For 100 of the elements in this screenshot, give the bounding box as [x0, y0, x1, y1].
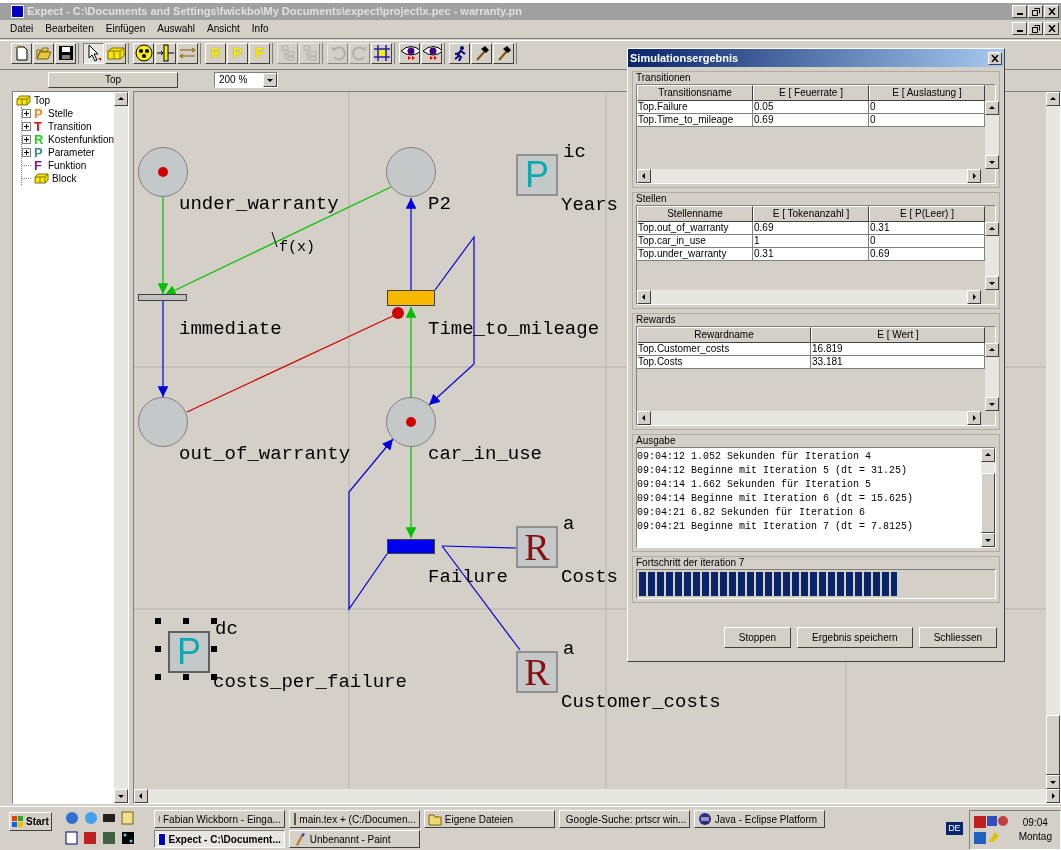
menu-item[interactable]: Bearbeiten — [45, 21, 94, 36]
reward-box[interactable]: R — [516, 651, 558, 693]
column-header[interactable]: Stellenname — [637, 206, 753, 222]
new-file-icon — [13, 45, 30, 61]
log-line: 09:04:21 6.82 Sekunden für Iteration 6 — [637, 506, 867, 520]
vertical-scrollbar[interactable] — [985, 101, 999, 169]
horizontal-scrollbar[interactable] — [637, 290, 981, 304]
menu-item[interactable]: Ansicht — [207, 21, 240, 36]
minimize-button[interactable] — [1012, 5, 1027, 18]
arc-arrow[interactable] — [157, 300, 169, 398]
eclipse-icon — [697, 812, 712, 826]
restore-button[interactable] — [1028, 22, 1043, 35]
close-button[interactable] — [1044, 22, 1059, 35]
type-letter-icon: P — [34, 146, 45, 159]
start-button[interactable]: Start — [9, 812, 52, 831]
type-letter-icon: R — [34, 133, 45, 146]
tree-item[interactable]: Kostenfunktion — [48, 134, 115, 145]
column-header[interactable]: E [ Feuerrate ] — [753, 85, 869, 101]
dialog-title: Simulationsergebnis — [630, 50, 739, 66]
arc-label: f(x) — [279, 240, 315, 255]
taskbar-button[interactable]: Google-Suche: prtscr win... — [558, 810, 690, 828]
tree-item[interactable]: Block — [52, 173, 77, 184]
log-line: 09:04:12 Beginne mit Iteration 5 (dt = 31.25) — [637, 464, 909, 478]
zoom-dropdown[interactable]: 200 % — [214, 71, 278, 88]
column-header[interactable]: E [ Auslastung ] — [869, 85, 985, 101]
expand-toggle[interactable] — [22, 122, 31, 131]
menu-item[interactable]: Info — [251, 21, 269, 36]
taskbar-button[interactable]: Java - Eclipse Platform — [693, 810, 825, 828]
tree-item[interactable]: Parameter — [48, 147, 95, 158]
place-label: P2 — [428, 194, 451, 214]
breadcrumb-field[interactable]: Top — [48, 71, 178, 88]
menu-item[interactable]: Einfügen — [105, 21, 146, 36]
windows-logo-icon — [12, 815, 24, 828]
table-cell: Top.Failure — [637, 101, 753, 114]
tree-item[interactable]: Transition — [48, 121, 92, 132]
taskbar-button[interactable]: Unbenannt - Paint — [288, 830, 420, 848]
arc-arrow[interactable] — [348, 438, 394, 611]
table-cell: 0 — [869, 114, 985, 127]
menu-item[interactable]: Datei — [10, 21, 34, 36]
table-cell: 0.69 — [753, 222, 869, 235]
table-cell: Top.Time_to_mileage — [637, 114, 753, 127]
arc-arrow[interactable] — [405, 197, 417, 291]
column-header[interactable]: E [ P(Leer) ] — [869, 206, 985, 222]
transition-bar[interactable] — [138, 294, 187, 301]
close-button[interactable] — [1044, 5, 1059, 18]
vertical-scrollbar[interactable] — [1046, 92, 1060, 789]
hammer-icon — [473, 45, 490, 61]
minimize-icon — [1016, 13, 1023, 15]
vertical-scrollbar[interactable] — [114, 92, 129, 803]
taskbar-button[interactable]: main.tex + (C:/Documen... — [288, 810, 420, 828]
group-title: Rewards — [636, 313, 677, 326]
arc-arrow[interactable] — [164, 186, 392, 296]
expand-toggle[interactable] — [22, 148, 31, 157]
dialog-button[interactable]: Stoppen — [723, 627, 792, 648]
close-icon — [991, 54, 999, 62]
vertical-scrollbar[interactable] — [985, 343, 999, 411]
column-header[interactable]: E [ Wert ] — [811, 327, 985, 343]
scroll-thumb[interactable] — [1046, 715, 1060, 775]
column-header[interactable]: E [ Tokenanzahl ] — [753, 206, 869, 222]
reward-box[interactable]: R — [516, 526, 558, 568]
node-label: Customer_costs — [561, 692, 721, 712]
tree-item[interactable]: Stelle — [48, 108, 73, 119]
toolbar-button[interactable] — [83, 42, 104, 64]
table-cell: Top.out_of_warranty — [637, 222, 753, 235]
horizontal-scrollbar[interactable] — [637, 411, 981, 425]
transition-bar[interactable] — [387, 290, 435, 306]
dialog-button[interactable]: Ergebnis speichern — [797, 627, 913, 648]
taskbar-button[interactable]: Eigene Dateien — [423, 810, 555, 828]
dialog-button[interactable]: Schliessen — [918, 627, 997, 648]
node-value: ic — [563, 142, 586, 162]
table-cell: 0 — [869, 101, 985, 114]
tree-item[interactable]: Funktion — [48, 160, 87, 171]
vertical-scrollbar[interactable] — [985, 222, 999, 290]
node-label: Costs — [561, 567, 618, 587]
expand-toggle[interactable] — [22, 135, 31, 144]
language-indicator[interactable]: DE — [946, 822, 963, 835]
restore-button[interactable] — [1028, 5, 1043, 18]
column-header[interactable]: Rewardname — [637, 327, 811, 343]
taskbar-button[interactable]: Fabian Wickborn - Einga... — [153, 810, 285, 828]
table-cell: 0.31 — [753, 248, 869, 261]
type-letter-icon: P — [34, 107, 45, 120]
vertical-scrollbar[interactable] — [981, 448, 995, 547]
expand-toggle[interactable] — [22, 109, 31, 118]
horizontal-scrollbar[interactable] — [637, 169, 981, 183]
table-cell: 0.05 — [753, 101, 869, 114]
node-value: a — [563, 639, 575, 659]
app-logo-icon — [11, 5, 24, 18]
close-button[interactable] — [988, 51, 1002, 65]
table-cell: 0 — [869, 235, 985, 248]
tray-icons[interactable] — [972, 814, 1009, 846]
tree-item[interactable]: Top — [34, 95, 51, 106]
table-cell: 0.31 — [869, 222, 985, 235]
taskbar-button[interactable]: Expect - C:\Document... — [153, 830, 285, 848]
table-cell: Top.car_in_use — [637, 235, 753, 248]
minimize-button[interactable] — [1012, 22, 1027, 35]
scroll-thumb[interactable] — [981, 473, 995, 533]
pointer-icon — [85, 44, 102, 62]
column-header[interactable]: Transitionsname — [637, 85, 753, 101]
horizontal-scrollbar[interactable] — [134, 789, 1060, 803]
menu-item[interactable]: Auswahl — [157, 21, 196, 36]
